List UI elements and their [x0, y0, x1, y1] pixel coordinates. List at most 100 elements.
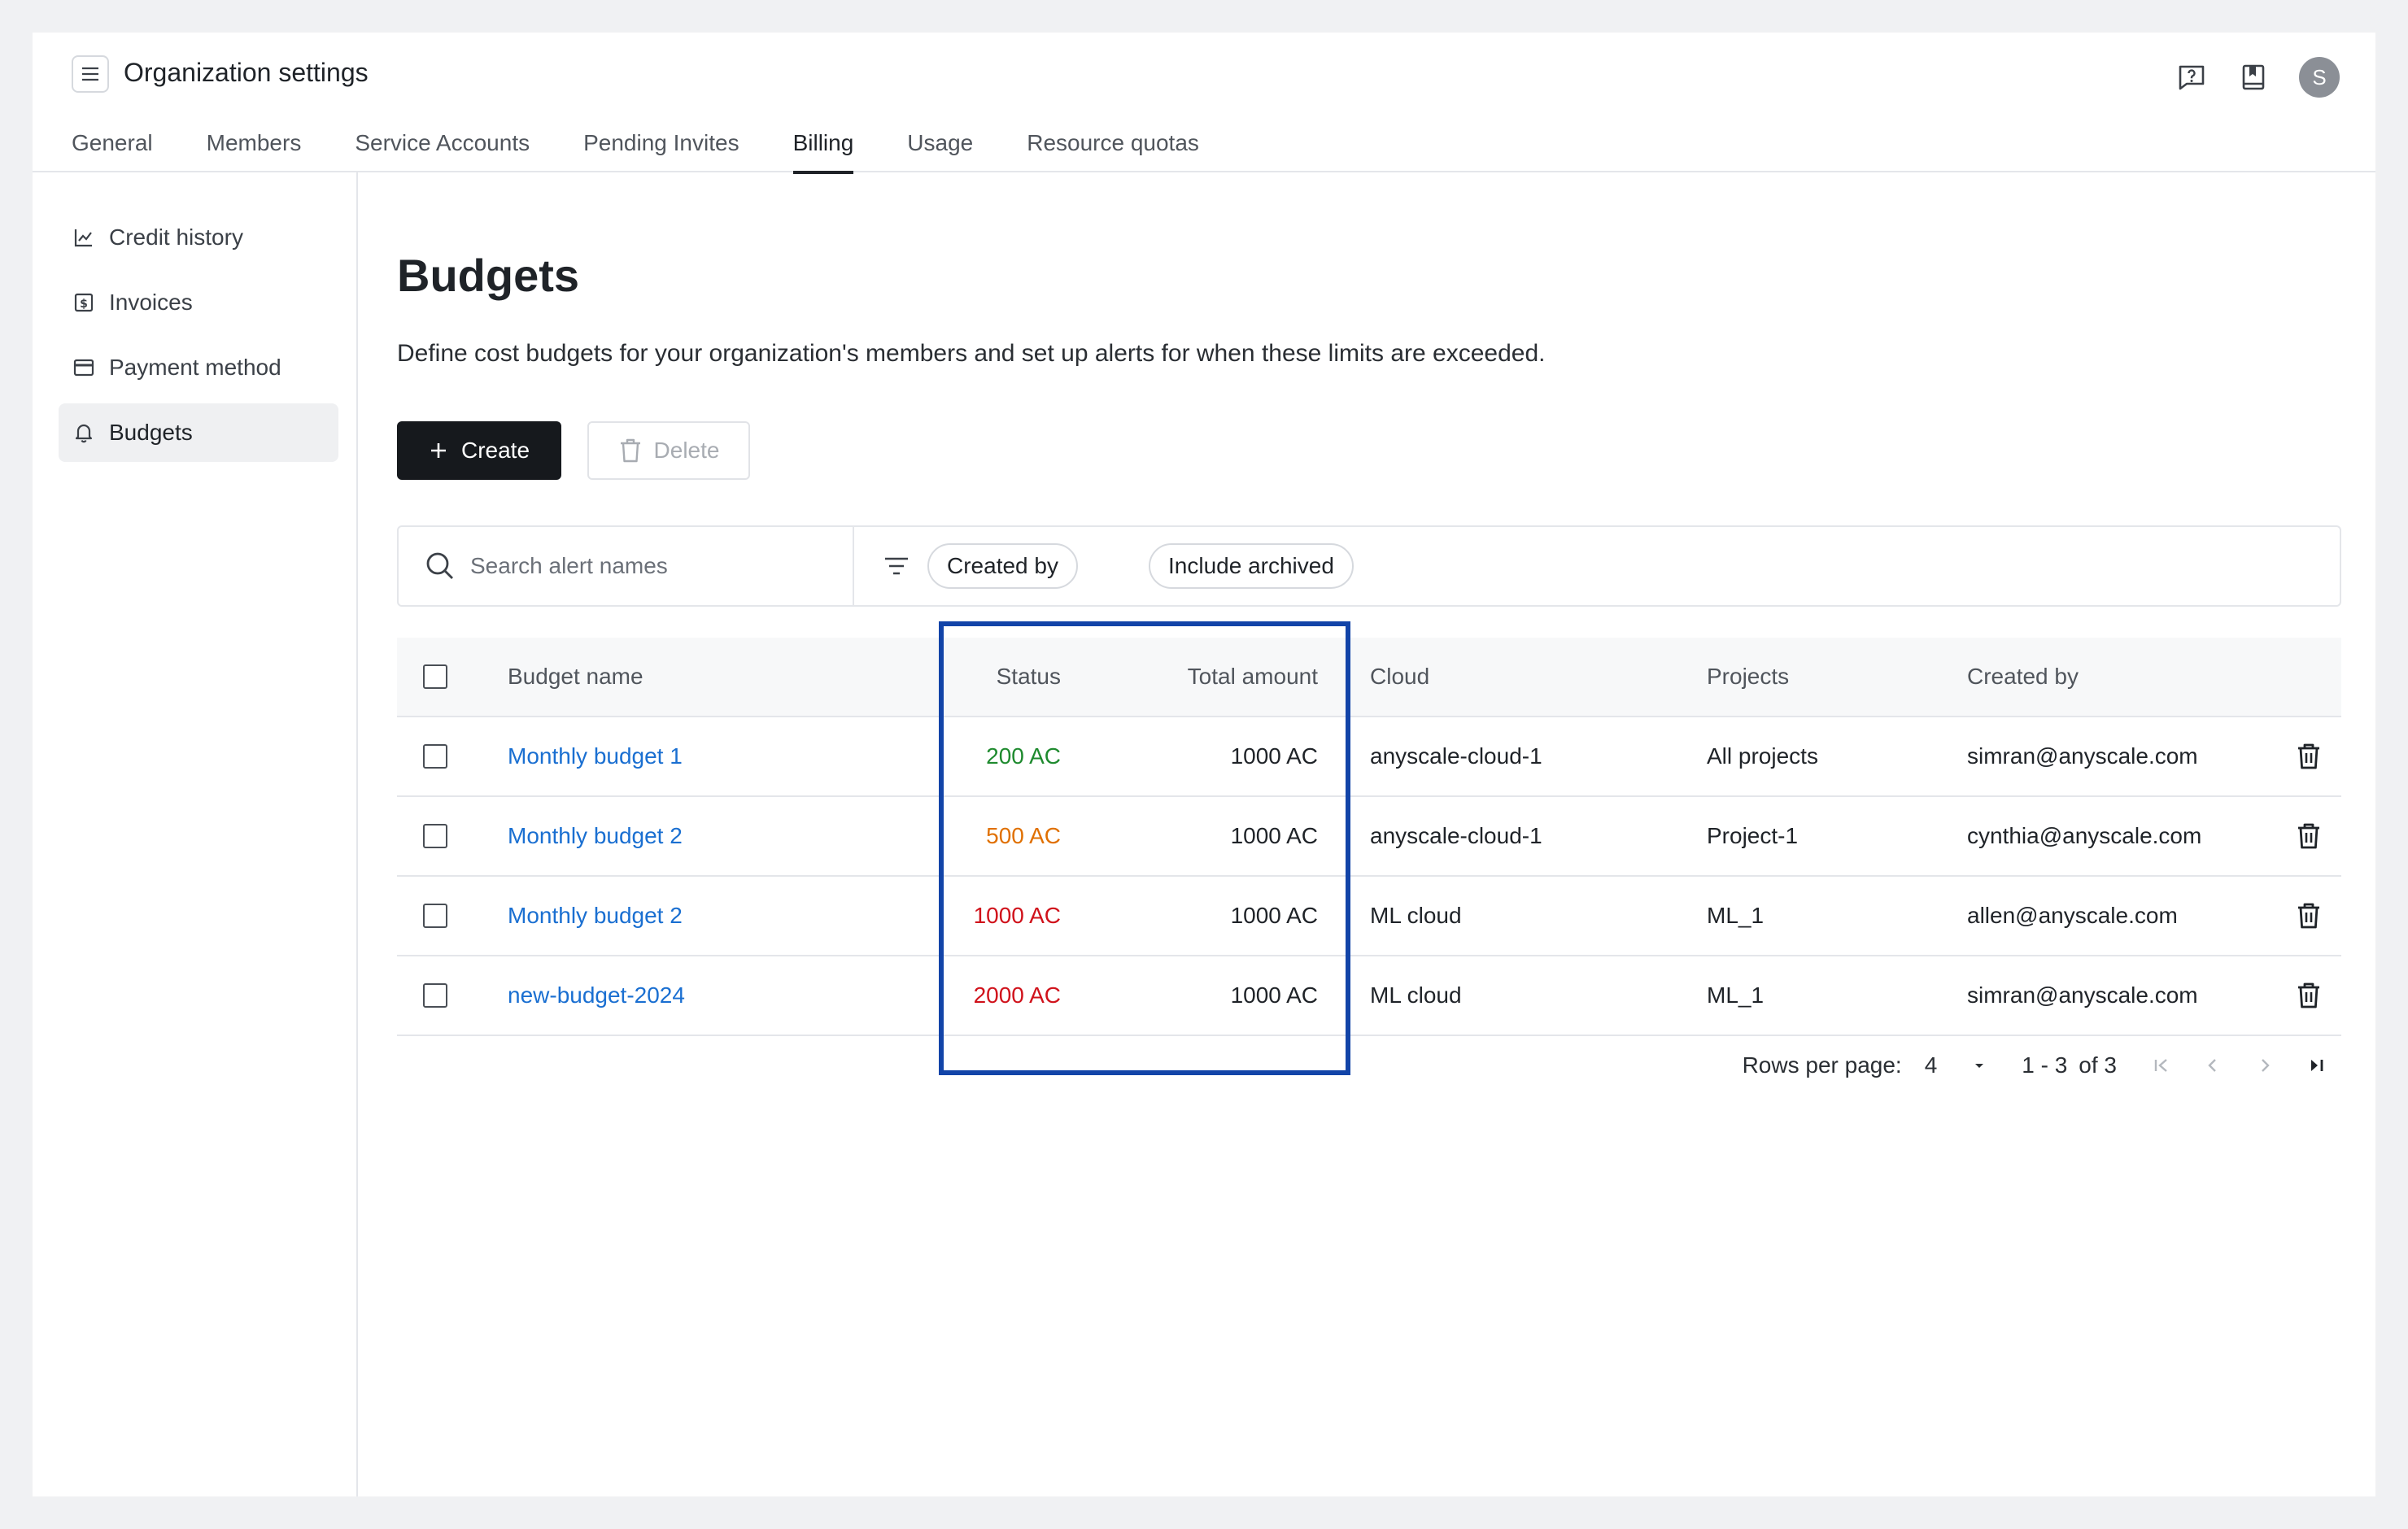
- row-checkbox[interactable]: [423, 744, 447, 769]
- next-page-icon[interactable]: [2253, 1054, 2276, 1077]
- search-input[interactable]: [470, 553, 828, 579]
- table-row[interactable]: Monthly budget 2 1000 AC 1000 AC ML cloud ML…: [397, 877, 2341, 956]
- svg-text:$: $: [80, 298, 88, 311]
- select-all-checkbox[interactable]: [423, 664, 447, 689]
- row-checkbox[interactable]: [423, 824, 447, 848]
- cloud-value: ML cloud: [1370, 903, 1462, 928]
- sidebar-item-budgets[interactable]: Budgets: [59, 403, 338, 462]
- row-select-cell: [423, 717, 447, 795]
- created-by-filter-chip[interactable]: Created by: [927, 543, 1078, 589]
- search-box: [399, 527, 854, 605]
- sidebar: Credit history $ Invoices Payment method…: [33, 172, 358, 1496]
- rows-per-page-value: 4: [1924, 1052, 1938, 1078]
- avatar[interactable]: S: [2299, 57, 2340, 98]
- first-page-icon[interactable]: [2149, 1054, 2172, 1077]
- tab-general[interactable]: General: [72, 125, 153, 172]
- last-page-icon[interactable]: [2305, 1054, 2328, 1077]
- bell-icon: [75, 424, 93, 443]
- created-by-value: allen@anyscale.com: [1967, 903, 2178, 928]
- sidebar-item-credit-history[interactable]: Credit history: [59, 208, 338, 267]
- budget-name-link[interactable]: Monthly budget 2: [508, 797, 683, 875]
- menu-button[interactable]: [72, 55, 109, 93]
- sidebar-item-invoices[interactable]: $ Invoices: [59, 273, 338, 332]
- table-row[interactable]: Monthly budget 1 200 AC 1000 AC anyscale-cl…: [397, 717, 2341, 797]
- page-total: of 3: [2079, 1052, 2117, 1078]
- delete-row-button[interactable]: [2296, 717, 2322, 795]
- status-value: 500 AC: [986, 823, 1061, 848]
- create-button[interactable]: Create: [397, 421, 561, 480]
- table-row[interactable]: new-budget-2024 2000 AC 1000 AC ML cloud ML_…: [397, 956, 2341, 1036]
- tab-pending-invites[interactable]: Pending Invites: [583, 125, 739, 172]
- budget-name-link[interactable]: Monthly budget 1: [508, 717, 683, 795]
- select-all-cell: [423, 638, 447, 716]
- budget-name-link[interactable]: Monthly budget 2: [508, 877, 683, 955]
- delete-row-button[interactable]: [2296, 956, 2322, 1035]
- delete-row-button[interactable]: [2296, 797, 2322, 875]
- sidebar-item-label: Budgets: [109, 420, 193, 445]
- settings-tabs: General Members Service Accounts Pending…: [72, 125, 1253, 174]
- sidebar-item-label: Invoices: [109, 290, 193, 315]
- tab-billing[interactable]: Billing: [792, 125, 853, 174]
- column-header-total-amount[interactable]: Total amount: [1097, 638, 1318, 716]
- status-value: 2000 AC: [973, 982, 1061, 1008]
- projects-value: All projects: [1707, 743, 1818, 769]
- page-range: 1 - 3: [2022, 1052, 2068, 1078]
- created-by-value: simran@anyscale.com: [1967, 743, 2198, 769]
- prev-page-icon[interactable]: [2201, 1054, 2224, 1077]
- pagination: Rows per page: 4 1 - 3 of 3: [1743, 1041, 2341, 1090]
- status-value: 1000 AC: [973, 903, 1061, 928]
- projects-value: ML_1: [1707, 903, 1765, 928]
- column-header-cloud[interactable]: Cloud: [1370, 638, 1429, 716]
- trash-icon: [2298, 743, 2319, 769]
- row-checkbox[interactable]: [423, 983, 447, 1008]
- search-icon: [426, 552, 453, 579]
- help-icon[interactable]: [2175, 61, 2208, 94]
- plus-icon: [430, 443, 446, 458]
- row-checkbox[interactable]: [423, 904, 447, 928]
- cloud-value: ML cloud: [1370, 982, 1462, 1008]
- delete-button[interactable]: Delete: [587, 421, 750, 480]
- total-amount-value: 1000 AC: [1230, 903, 1318, 928]
- card-icon: [73, 359, 94, 377]
- tab-usage[interactable]: Usage: [907, 125, 973, 172]
- row-select-cell: [423, 956, 447, 1035]
- sidebar-item-label: Payment method: [109, 355, 281, 380]
- filter-icon[interactable]: [882, 551, 911, 585]
- tab-members[interactable]: Members: [207, 125, 302, 172]
- table-row[interactable]: Monthly budget 2 500 AC 1000 AC anyscale-cl…: [397, 797, 2341, 877]
- column-header-created-by[interactable]: Created by: [1967, 638, 2079, 716]
- budget-name-link[interactable]: new-budget-2024: [508, 956, 685, 1035]
- include-archived-filter-chip[interactable]: Include archived: [1149, 543, 1354, 589]
- created-by-value: cynthia@anyscale.com: [1967, 823, 2202, 848]
- tab-resource-quotas[interactable]: Resource quotas: [1027, 125, 1199, 172]
- cloud-value: anyscale-cloud-1: [1370, 743, 1542, 769]
- row-select-cell: [423, 797, 447, 875]
- row-select-cell: [423, 877, 447, 955]
- chart-icon: [74, 229, 92, 247]
- delete-row-button[interactable]: [2296, 877, 2322, 955]
- docs-icon[interactable]: [2237, 61, 2270, 94]
- created-by-value: simran@anyscale.com: [1967, 982, 2198, 1008]
- app-window: Organization settings S General Members …: [33, 33, 2375, 1496]
- tab-service-accounts[interactable]: Service Accounts: [355, 125, 530, 172]
- rows-per-page-label: Rows per page:: [1742, 1052, 1902, 1078]
- column-header-budget-name[interactable]: Budget name: [508, 638, 643, 716]
- column-header-status[interactable]: Status: [947, 638, 1061, 716]
- header: Organization settings S General Members …: [33, 33, 2375, 174]
- create-button-label: Create: [460, 438, 530, 463]
- column-header-projects[interactable]: Projects: [1707, 638, 1789, 716]
- header-actions: S: [2175, 57, 2340, 98]
- hamburger-icon: [82, 67, 98, 81]
- projects-value: Project-1: [1707, 823, 1799, 848]
- invoice-icon: $: [74, 293, 94, 312]
- total-amount-value: 1000 AC: [1230, 743, 1318, 769]
- total-amount-value: 1000 AC: [1230, 823, 1318, 848]
- rows-per-page-select[interactable]: 4: [1925, 1052, 1987, 1078]
- trash-icon: [2298, 823, 2319, 849]
- sidebar-item-payment-method[interactable]: Payment method: [59, 338, 338, 397]
- projects-value: ML_1: [1707, 982, 1765, 1008]
- page-header-title: Organization settings: [124, 58, 369, 87]
- delete-button-label: Delete: [653, 438, 720, 463]
- total-amount-value: 1000 AC: [1230, 982, 1318, 1008]
- trash-icon: [2298, 982, 2319, 1008]
